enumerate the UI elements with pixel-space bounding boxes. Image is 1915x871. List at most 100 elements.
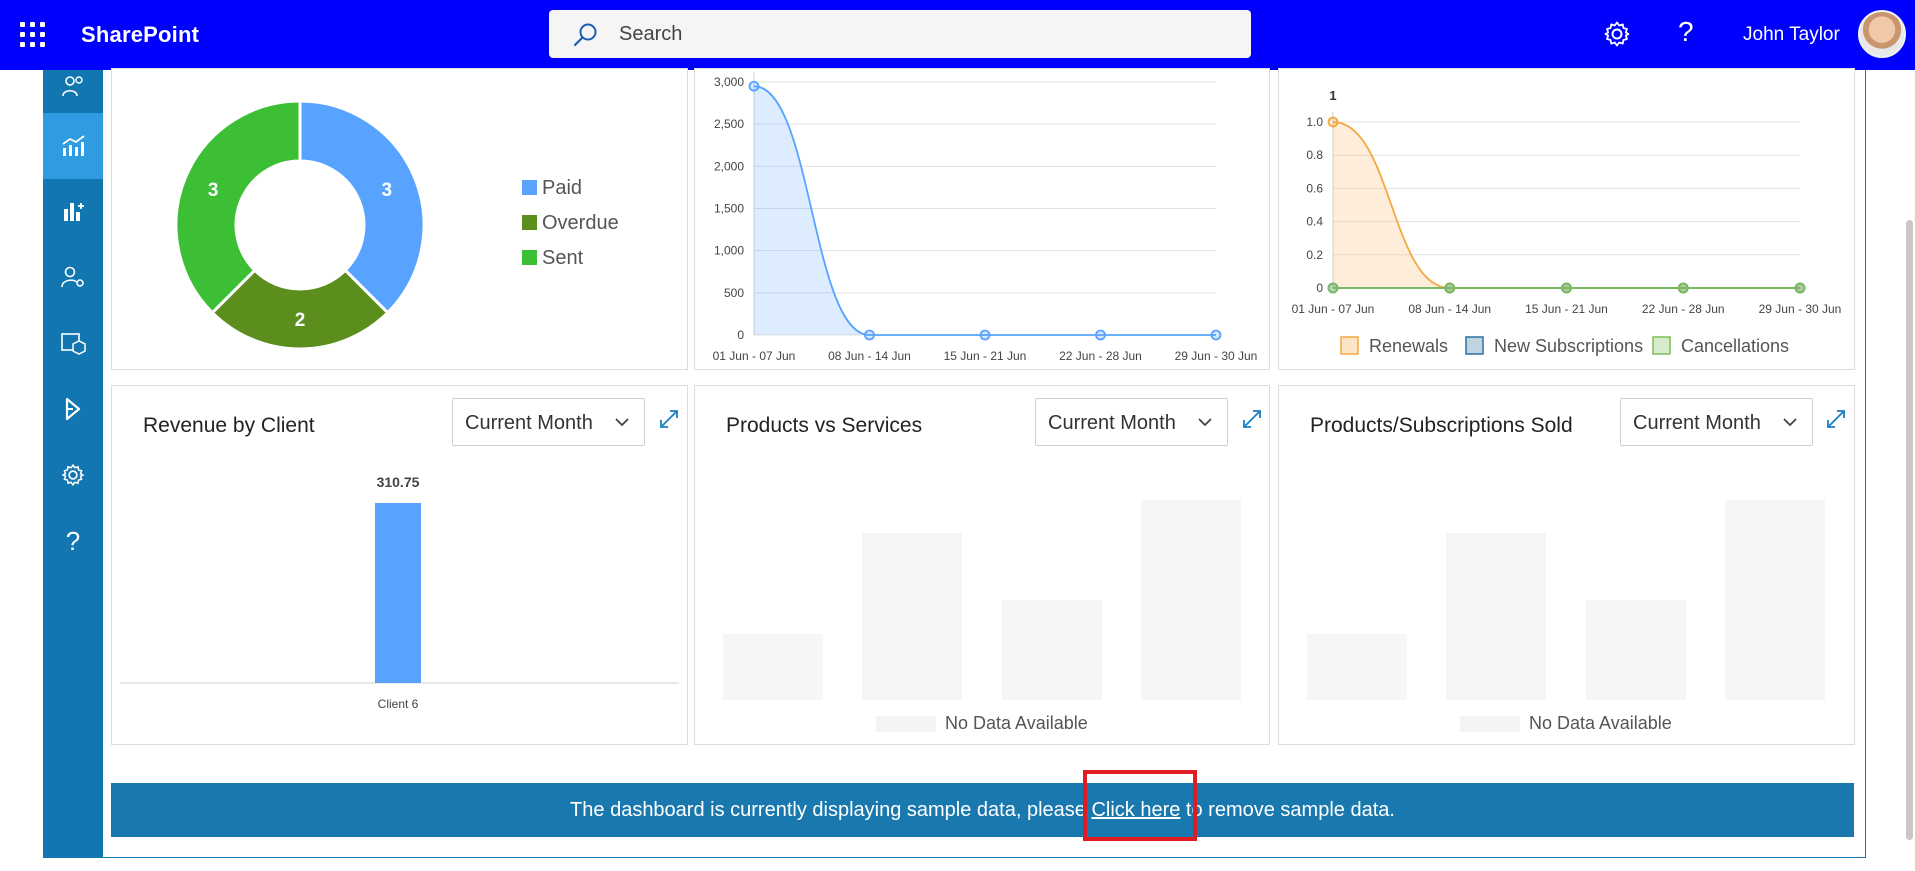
nav-user-settings-icon[interactable] — [43, 244, 103, 310]
page-scrollbar[interactable] — [1906, 220, 1913, 840]
x-tick-label: 15 Jun - 21 Jun — [1525, 302, 1608, 316]
subscriptions-area-chart: 1.0 0.8 0.6 0.4 0.2 0 01 Jun - 07 Jun 08 Jun - … — [1292, 88, 1842, 356]
legend-label: Cancellations — [1681, 336, 1789, 356]
legend-swatch — [1340, 336, 1359, 355]
placeholder-bar — [1586, 600, 1686, 700]
dropdown-value: Current Month — [1048, 412, 1176, 434]
app-title[interactable]: SharePoint — [81, 22, 199, 48]
revenue-area-chart: 3,000 2,500 2,000 1,500 1,000 500 0 01 Jun - 07… — [713, 72, 1258, 363]
nav-products-icon[interactable] — [43, 310, 103, 376]
legend-swatch — [1465, 336, 1484, 355]
left-navigation: ? — [43, 70, 103, 858]
placeholder-legend-swatch — [876, 716, 936, 732]
period-dropdown[interactable]: Current Month — [452, 398, 645, 446]
app-launcher-icon[interactable] — [20, 22, 46, 48]
chevron-down-icon — [1783, 418, 1797, 427]
highlight-annotation — [1083, 770, 1197, 841]
products-sold-card: Products/Subscriptions Sold Current Mont… — [1278, 385, 1855, 745]
y-tick-label: 0.8 — [1306, 148, 1323, 162]
y-tick-label: 2,000 — [714, 159, 744, 173]
placeholder-bar — [1446, 533, 1546, 700]
data-point — [1327, 116, 1339, 128]
dropdown-value: Current Month — [465, 412, 593, 434]
placeholder-bar — [1141, 500, 1241, 700]
card-title: Products vs Services — [726, 414, 923, 437]
period-dropdown[interactable]: Current Month — [1620, 398, 1813, 446]
nav-settings-icon[interactable] — [43, 442, 103, 508]
x-tick-label: 22 Jun - 28 Jun — [1059, 349, 1142, 363]
help-icon[interactable]: ? — [1678, 16, 1694, 48]
dropdown-value: Current Month — [1633, 412, 1761, 434]
y-tick-label: 3,000 — [714, 75, 744, 89]
bar-value-label: 310.75 — [377, 474, 420, 490]
x-tick-label: 08 Jun - 14 Jun — [828, 349, 911, 363]
user-name[interactable]: John Taylor — [1743, 24, 1840, 46]
revenue-by-client-chart: 310.75 Client 6 — [120, 474, 679, 711]
donut-slice-label: 3 — [382, 180, 393, 201]
avatar[interactable] — [1858, 10, 1906, 58]
y-tick-label: 0 — [1316, 281, 1323, 295]
period-dropdown[interactable]: Current Month — [1035, 398, 1228, 446]
nav-dynamics-icon[interactable] — [43, 376, 103, 442]
no-data-text: No Data Available — [1529, 713, 1672, 733]
placeholder-bar — [1725, 500, 1825, 700]
placeholder-bar — [723, 634, 823, 700]
x-tick-label: 01 Jun - 07 Jun — [713, 349, 796, 363]
suite-header: SharePoint ? John Taylor — [0, 0, 1915, 70]
placeholder-bar — [1307, 634, 1407, 700]
search-input[interactable] — [619, 10, 1219, 58]
donut-slice-label: 3 — [208, 180, 219, 201]
expand-icon[interactable] — [658, 408, 680, 430]
donut-chart: 3 2 3 — [174, 99, 426, 351]
x-tick-label: 29 Jun - 30 Jun — [1759, 302, 1842, 316]
banner-text-before: The dashboard is currently displaying sa… — [570, 799, 1092, 821]
subscriptions-trend-card: 1.0 0.8 0.6 0.4 0.2 0 01 Jun - 07 Jun 08 Jun - … — [1278, 68, 1855, 370]
legend-swatch — [1652, 336, 1671, 355]
x-tick-label: 29 Jun - 30 Jun — [1175, 349, 1258, 363]
expand-icon[interactable] — [1241, 408, 1263, 430]
settings-gear-icon[interactable] — [1603, 20, 1631, 48]
placeholder-bar — [1002, 600, 1102, 700]
legend-label: Paid — [542, 177, 583, 199]
x-tick-label: 22 Jun - 28 Jun — [1642, 302, 1725, 316]
nav-reports-icon[interactable] — [43, 178, 103, 244]
data-point — [1677, 282, 1689, 294]
y-tick-label: 1,000 — [714, 244, 744, 258]
donut-slice-sent — [174, 99, 302, 315]
area-fill-series — [754, 86, 1216, 335]
legend-label: Overdue — [542, 212, 619, 234]
x-tick-label: Client 6 — [378, 697, 419, 711]
legend-overdue[interactable]: Overdue — [522, 212, 619, 235]
data-point — [1095, 329, 1106, 341]
donut-slice-paid — [298, 99, 426, 315]
nav-users-icon[interactable] — [43, 66, 103, 106]
bar-client-6 — [375, 503, 421, 683]
area-fill-renewals — [1333, 122, 1800, 288]
paid-swatch — [522, 180, 537, 195]
nav-help-icon[interactable]: ? — [43, 508, 103, 574]
y-tick-label: 0.6 — [1306, 181, 1323, 195]
placeholder-legend-swatch — [1460, 716, 1520, 732]
data-point — [979, 329, 991, 341]
data-point — [1561, 282, 1572, 294]
legend-label: Sent — [542, 247, 584, 269]
y-tick-label: 0.4 — [1306, 215, 1323, 229]
data-label: 1 — [1329, 88, 1336, 103]
search-box[interactable] — [549, 10, 1251, 58]
overdue-swatch — [522, 215, 537, 230]
card-title: Products/Subscriptions Sold — [1310, 414, 1573, 437]
expand-icon[interactable] — [1825, 408, 1847, 430]
chevron-down-icon — [615, 418, 629, 427]
sent-swatch — [522, 250, 537, 265]
legend-paid[interactable]: Paid — [522, 177, 582, 200]
y-tick-label: 500 — [724, 286, 744, 300]
y-tick-label: 2,500 — [714, 117, 744, 131]
y-tick-label: 0 — [737, 328, 744, 342]
data-point — [1794, 282, 1806, 294]
x-tick-label: 01 Jun - 07 Jun — [1292, 302, 1375, 316]
legend-sent[interactable]: Sent — [522, 247, 583, 270]
chevron-down-icon — [1198, 418, 1212, 427]
y-tick-label: 1.0 — [1306, 115, 1323, 129]
nav-dashboard-icon[interactable] — [43, 113, 103, 179]
data-point — [1210, 329, 1222, 341]
